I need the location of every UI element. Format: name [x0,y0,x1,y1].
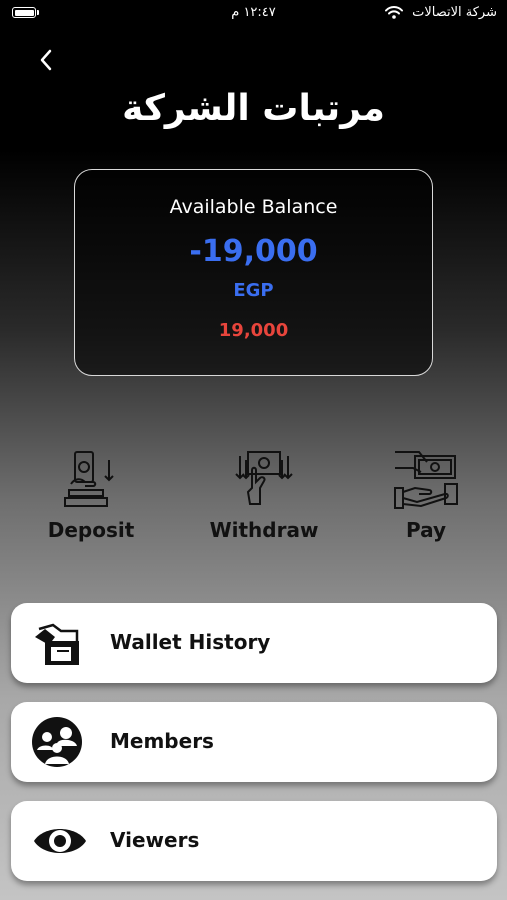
pay-label: Pay [405,518,447,542]
withdraw-button[interactable]: Withdraw [199,448,329,542]
balance-secondary-amount: 19,000 [218,320,289,341]
menu-item-members[interactable]: Members [11,702,497,782]
deposit-icon [64,451,114,507]
carrier-name: شركة الاتصالات [412,5,497,20]
menu-label-wallet-history: Wallet History [110,630,271,654]
menu-label-members: Members [110,729,214,753]
deposit-label: Deposit [47,518,135,542]
balance-card: Available Balance -19,000 EGP 19,000 [74,169,433,376]
wifi-icon [385,6,403,19]
menu-item-wallet-history[interactable]: Wallet History [11,603,497,683]
deposit-button[interactable]: Deposit [26,448,156,542]
pay-icon [394,451,458,509]
menu-item-viewers[interactable]: Viewers [11,801,497,881]
withdraw-icon [235,451,293,505]
pay-button[interactable]: Pay [361,448,491,542]
members-icon [32,717,82,767]
wallet-history-icon [35,623,79,665]
withdraw-label: Withdraw [209,518,319,542]
balance-label: Available Balance [169,196,338,218]
status-bar: ١٢:٤٧ م شركة الاتصالات [0,0,507,30]
back-button[interactable] [32,45,60,75]
balance-amount: -19,000 [189,234,318,269]
page-title: مرتبات الشركة [122,88,385,129]
menu-label-viewers: Viewers [110,828,200,852]
eye-icon [34,829,86,853]
chevron-left-icon [40,49,52,71]
balance-currency: EGP [233,280,274,301]
